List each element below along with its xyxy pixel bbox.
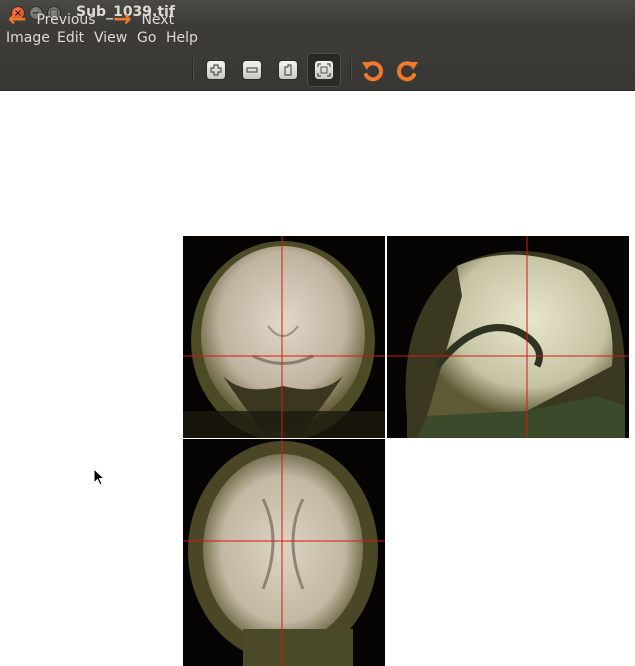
- rotate-right-icon: [396, 61, 418, 82]
- rotate-right-button[interactable]: [395, 56, 421, 84]
- next-label: Next: [141, 12, 175, 28]
- zoom-in-button[interactable]: [207, 61, 225, 79]
- zoom-out-icon: [246, 67, 258, 73]
- toolbar-separator-2: [350, 58, 351, 82]
- previous-label: Previous: [36, 12, 96, 28]
- next-button[interactable]: → Next: [113, 6, 174, 34]
- mouse-cursor-icon: [93, 468, 105, 486]
- mri-coronal-view: [183, 236, 385, 438]
- zoom-out-button[interactable]: [243, 61, 261, 79]
- normal-size-icon: [284, 64, 292, 76]
- arrow-left-icon: ←: [8, 7, 27, 32]
- rotate-left-icon: [362, 61, 384, 82]
- mri-sagittal-view: [387, 236, 629, 438]
- previous-button[interactable]: ← Previous: [8, 6, 96, 34]
- best-fit-icon: [317, 63, 331, 77]
- toolbar-separator: [192, 58, 193, 82]
- best-fit-button[interactable]: [315, 61, 333, 79]
- rotate-left-button[interactable]: [359, 56, 385, 84]
- zoom-in-icon: [210, 64, 222, 76]
- mri-axial-view: [183, 439, 385, 666]
- arrow-right-icon: →: [113, 7, 132, 32]
- normal-size-button[interactable]: [279, 61, 297, 79]
